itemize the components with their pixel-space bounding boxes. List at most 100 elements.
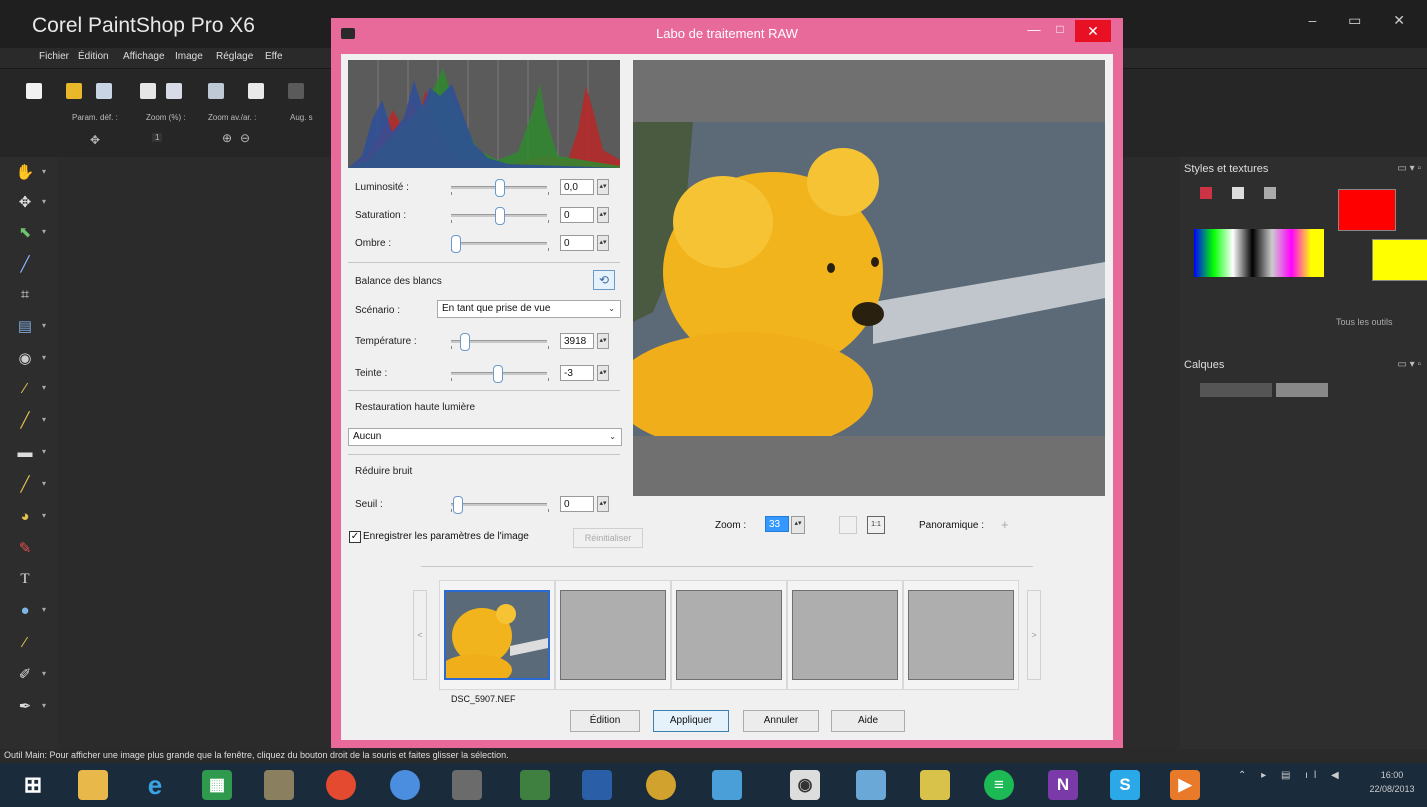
move-tool-icon[interactable]: ✥ bbox=[14, 193, 36, 213]
temperature-input[interactable]: 3918 bbox=[560, 333, 594, 349]
close-button[interactable]: ✕ bbox=[1075, 20, 1111, 42]
layers-panel-controls[interactable]: ▭ ▾ ▫ bbox=[1397, 359, 1421, 370]
tint-spinner[interactable]: ▴▾ bbox=[597, 365, 609, 381]
pattern-icon[interactable] bbox=[1264, 187, 1276, 199]
thumbnails-next-button[interactable]: > bbox=[1027, 590, 1041, 680]
menu-affichage[interactable]: Affichage bbox=[123, 51, 165, 62]
image-preview[interactable] bbox=[633, 60, 1105, 496]
chevron-down-icon[interactable]: ▾ bbox=[42, 383, 46, 392]
blend-mode-select[interactable] bbox=[1200, 383, 1272, 397]
shadow-slider-thumb[interactable] bbox=[451, 235, 461, 253]
scan-icon[interactable] bbox=[96, 83, 112, 99]
zoom-input[interactable]: 33 bbox=[765, 516, 789, 532]
chevron-down-icon[interactable]: ▾ bbox=[42, 415, 46, 424]
zoom-spinner[interactable]: ▴▾ bbox=[791, 516, 805, 534]
white-balance-picker-icon[interactable]: ⟲ bbox=[593, 270, 615, 290]
shape-tool-icon[interactable]: ● bbox=[14, 601, 36, 621]
photo-icon[interactable] bbox=[856, 770, 886, 800]
chevron-down-icon[interactable]: ▾ bbox=[42, 321, 46, 330]
picture-tube-icon[interactable]: ✒ bbox=[14, 697, 36, 717]
menu-edition[interactable]: Édition bbox=[78, 51, 109, 62]
red-eye-tool-icon[interactable]: ◉ bbox=[14, 349, 36, 369]
all-tools-checkbox[interactable]: Tous les outils bbox=[1336, 317, 1393, 327]
thumbnails-prev-button[interactable]: < bbox=[413, 590, 427, 680]
cancel-button[interactable]: Annuler bbox=[743, 710, 819, 732]
threshold-slider-thumb[interactable] bbox=[453, 496, 463, 514]
zoom-fit-icon[interactable] bbox=[839, 516, 857, 534]
menu-reglage[interactable]: Réglage bbox=[216, 51, 253, 62]
chevron-down-icon[interactable]: ▾ bbox=[42, 669, 46, 678]
tint-slider-thumb[interactable] bbox=[493, 365, 503, 383]
chevron-down-icon[interactable]: ▾ bbox=[42, 605, 46, 614]
save-settings-checkbox[interactable]: ✓ bbox=[349, 531, 361, 543]
pen-tool-icon[interactable]: ⁄ bbox=[14, 633, 36, 653]
chevron-down-icon[interactable]: ▾ bbox=[42, 353, 46, 362]
chevron-down-icon[interactable]: ▾ bbox=[42, 167, 46, 176]
save-icon[interactable] bbox=[140, 83, 156, 99]
temperature-slider-thumb[interactable] bbox=[460, 333, 470, 351]
app-icon[interactable] bbox=[520, 770, 550, 800]
apply-button[interactable]: Appliquer bbox=[653, 710, 729, 732]
warp-brush-icon[interactable]: ✐ bbox=[14, 665, 36, 685]
eraser-tool-icon[interactable]: ▬ bbox=[14, 443, 36, 463]
chrome-icon[interactable] bbox=[326, 770, 356, 800]
scenario-select[interactable]: En tant que prise de vue ⌄ bbox=[437, 300, 621, 318]
luminosity-slider-thumb[interactable] bbox=[495, 179, 505, 197]
onenote-icon[interactable]: N bbox=[1048, 770, 1078, 800]
chevron-down-icon[interactable]: ▾ bbox=[42, 479, 46, 488]
zoom-out-icon[interactable]: ⊖ bbox=[240, 131, 250, 145]
file-explorer-icon[interactable] bbox=[78, 770, 108, 800]
zoom-input[interactable]: 1 bbox=[152, 133, 163, 142]
straighten-tool-icon[interactable]: ▤ bbox=[14, 317, 36, 337]
chevron-down-icon[interactable]: ▾ bbox=[42, 701, 46, 710]
saturation-spinner[interactable]: ▴▾ bbox=[597, 207, 609, 223]
text-tool-icon[interactable]: T bbox=[14, 569, 36, 589]
zoom-actual-icon[interactable]: 1:1 bbox=[867, 516, 885, 534]
threshold-input[interactable]: 0 bbox=[560, 496, 594, 512]
saturation-input[interactable]: 0 bbox=[560, 207, 594, 223]
luminosity-input[interactable]: 0,0 bbox=[560, 179, 594, 195]
color-changer-icon[interactable]: ✎ bbox=[14, 539, 36, 559]
undo-icon[interactable] bbox=[288, 83, 304, 99]
saturation-slider-thumb[interactable] bbox=[495, 207, 505, 225]
paintshop-taskbar-icon[interactable]: ▶ bbox=[1170, 770, 1200, 800]
temperature-spinner[interactable]: ▴▾ bbox=[597, 333, 609, 349]
background-color-swatch[interactable] bbox=[1372, 239, 1427, 281]
zoom-in-icon[interactable]: ⊕ bbox=[222, 131, 232, 145]
picasa-icon[interactable] bbox=[390, 770, 420, 800]
color-palette[interactable] bbox=[1194, 229, 1324, 277]
new-file-icon[interactable] bbox=[26, 83, 42, 99]
print-icon[interactable] bbox=[248, 83, 264, 99]
menu-fichier[interactable]: Fichier bbox=[39, 51, 69, 62]
open-folder-icon[interactable] bbox=[66, 83, 82, 99]
panel-controls[interactable]: ▭ ▾ ▫ bbox=[1397, 163, 1421, 174]
gradient-icon[interactable] bbox=[1232, 187, 1244, 199]
maximize-button[interactable]: □ bbox=[1049, 22, 1071, 36]
help-button[interactable]: Aide bbox=[831, 710, 905, 732]
taskbar-clock[interactable]: 16:00 22/08/2013 bbox=[1362, 768, 1422, 796]
chevron-down-icon[interactable]: ▾ bbox=[42, 511, 46, 520]
app-icon[interactable] bbox=[646, 770, 676, 800]
shadow-input[interactable]: 0 bbox=[560, 235, 594, 251]
camera-icon[interactable]: ◉ bbox=[790, 770, 820, 800]
edit-button[interactable]: Édition bbox=[570, 710, 640, 732]
skype-icon[interactable]: S bbox=[1110, 770, 1140, 800]
thumbnail-selected[interactable] bbox=[440, 590, 550, 686]
threshold-slider-track[interactable] bbox=[451, 503, 547, 506]
app-icon[interactable] bbox=[712, 770, 742, 800]
chevron-down-icon[interactable]: ▾ bbox=[42, 447, 46, 456]
clone-brush-icon[interactable]: ╱ bbox=[14, 411, 36, 431]
save-as-icon[interactable] bbox=[166, 83, 182, 99]
selection-tool-icon[interactable]: ⬉ bbox=[14, 223, 36, 243]
crop-tool-icon[interactable]: ⌗ bbox=[14, 285, 36, 305]
share-icon[interactable] bbox=[208, 83, 224, 99]
tint-input[interactable]: -3 bbox=[560, 365, 594, 381]
pan-tool-preset-icon[interactable]: ✥ bbox=[90, 133, 100, 147]
app-icon[interactable] bbox=[264, 770, 294, 800]
spotify-icon[interactable]: ≡ bbox=[984, 770, 1014, 800]
calculator-icon[interactable]: ▦ bbox=[202, 770, 232, 800]
internet-explorer-icon[interactable]: e bbox=[140, 770, 170, 800]
shadow-spinner[interactable]: ▴▾ bbox=[597, 235, 609, 251]
app-icon[interactable] bbox=[452, 770, 482, 800]
luminosity-spinner[interactable]: ▴▾ bbox=[597, 179, 609, 195]
